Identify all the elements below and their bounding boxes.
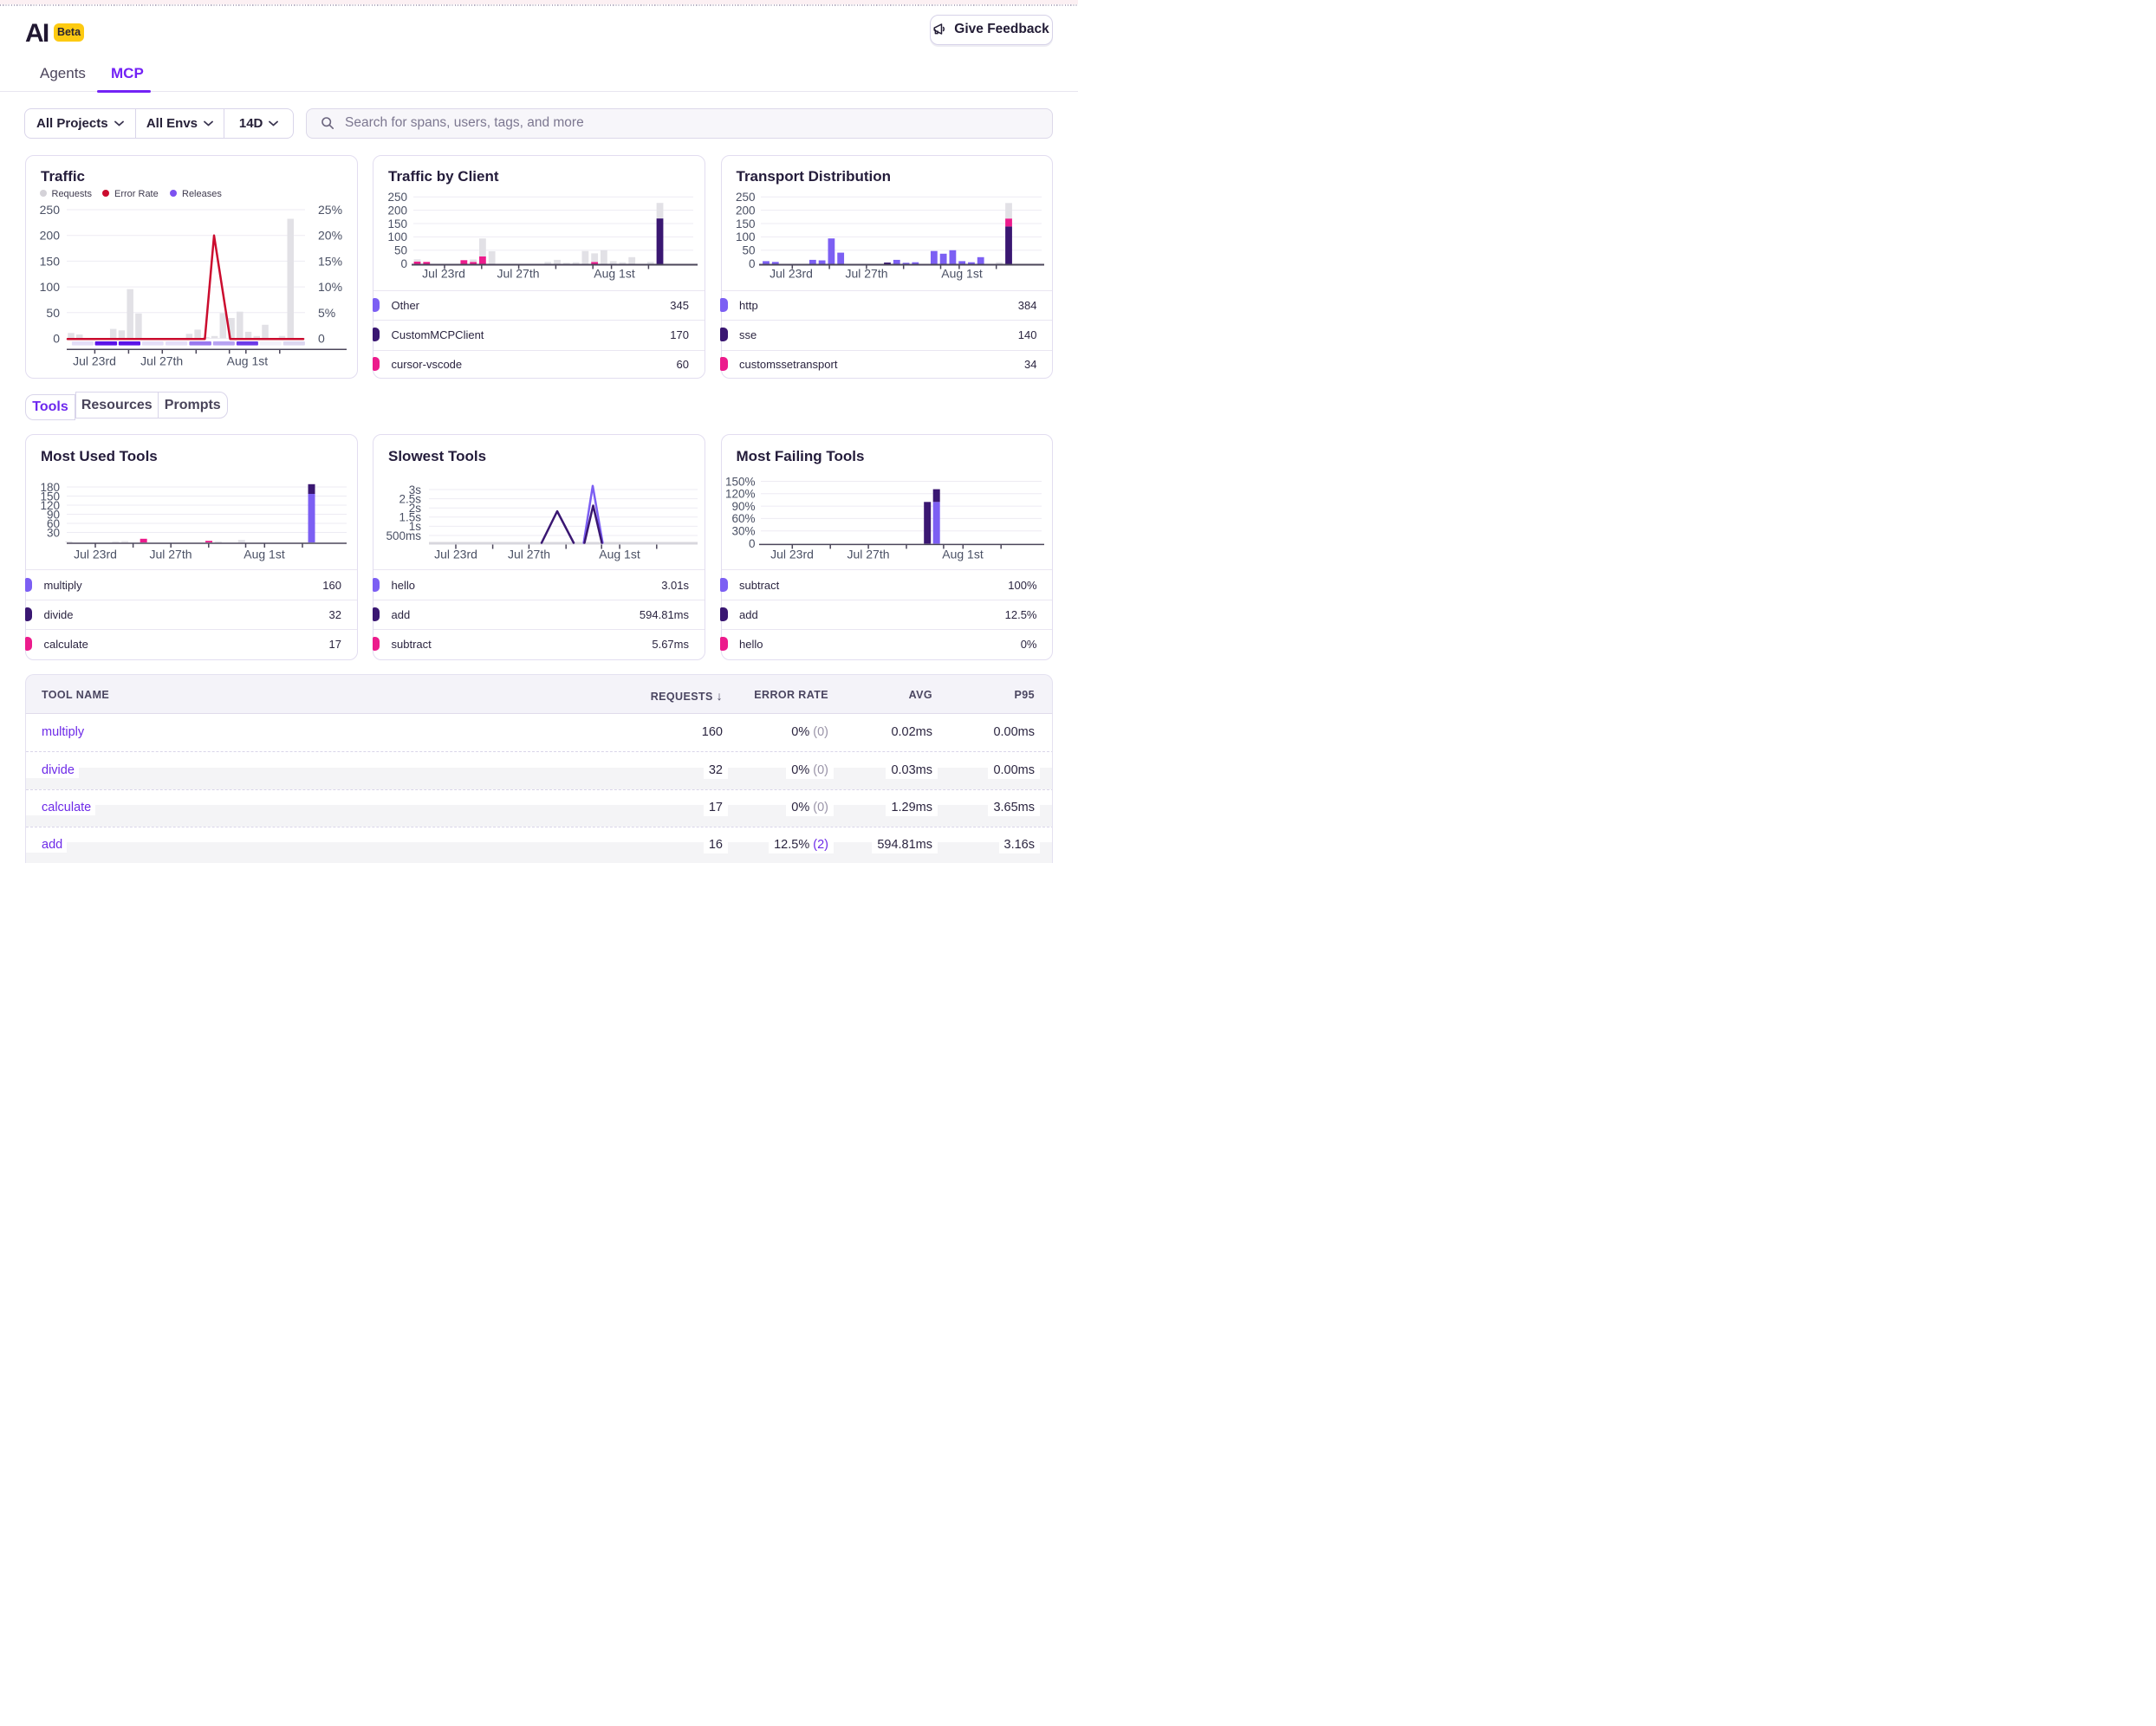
svg-text:Jul 27th: Jul 27th (845, 267, 887, 281)
svg-text:30: 30 (47, 526, 60, 539)
svg-text:100: 100 (387, 230, 407, 243)
svg-text:200: 200 (736, 204, 756, 217)
svg-text:0: 0 (749, 257, 756, 270)
svg-text:Jul 27th: Jul 27th (149, 548, 192, 561)
svg-text:150: 150 (736, 217, 756, 230)
svg-text:Aug 1st: Aug 1st (227, 354, 269, 368)
svg-text:Aug 1st: Aug 1st (594, 267, 635, 281)
svg-text:200: 200 (387, 204, 407, 217)
svg-text:10%: 10% (318, 280, 342, 294)
svg-text:50: 50 (394, 244, 407, 257)
svg-text:Jul 23rd: Jul 23rd (770, 548, 814, 561)
svg-text:Jul 27th: Jul 27th (140, 354, 183, 368)
svg-text:Jul 23rd: Jul 23rd (422, 267, 465, 281)
svg-text:Jul 23rd: Jul 23rd (74, 548, 117, 561)
svg-text:0: 0 (400, 257, 407, 270)
svg-text:Jul 23rd: Jul 23rd (770, 267, 813, 281)
svg-text:0: 0 (53, 332, 60, 346)
svg-text:250: 250 (736, 191, 756, 204)
svg-text:200: 200 (40, 229, 61, 243)
svg-text:50: 50 (46, 306, 60, 320)
svg-text:20%: 20% (318, 229, 342, 243)
svg-text:30%: 30% (731, 525, 755, 538)
svg-text:0: 0 (318, 332, 325, 346)
svg-text:500ms: 500ms (386, 529, 421, 542)
svg-text:150%: 150% (725, 475, 756, 488)
svg-text:120%: 120% (725, 488, 756, 501)
svg-text:Jul 27th: Jul 27th (847, 548, 889, 561)
svg-text:25%: 25% (318, 203, 342, 217)
svg-text:0: 0 (749, 537, 756, 550)
svg-text:Jul 23rd: Jul 23rd (73, 354, 116, 368)
svg-text:Jul 23rd: Jul 23rd (434, 548, 477, 561)
svg-text:100: 100 (736, 230, 756, 243)
svg-text:250: 250 (40, 203, 61, 217)
svg-text:Jul 27th: Jul 27th (508, 548, 550, 561)
svg-text:150: 150 (40, 254, 61, 268)
svg-text:Aug 1st: Aug 1st (942, 548, 984, 561)
svg-text:250: 250 (387, 191, 407, 204)
svg-text:100: 100 (40, 280, 61, 294)
svg-text:150: 150 (387, 217, 407, 230)
svg-text:90%: 90% (731, 500, 755, 513)
svg-text:60%: 60% (731, 512, 755, 525)
svg-text:Jul 27th: Jul 27th (497, 267, 539, 281)
svg-text:Aug 1st: Aug 1st (599, 548, 640, 561)
svg-text:50: 50 (742, 244, 755, 257)
svg-text:Aug 1st: Aug 1st (941, 267, 983, 281)
svg-text:5%: 5% (318, 306, 335, 320)
svg-text:Aug 1st: Aug 1st (244, 548, 285, 561)
svg-text:15%: 15% (318, 254, 342, 268)
